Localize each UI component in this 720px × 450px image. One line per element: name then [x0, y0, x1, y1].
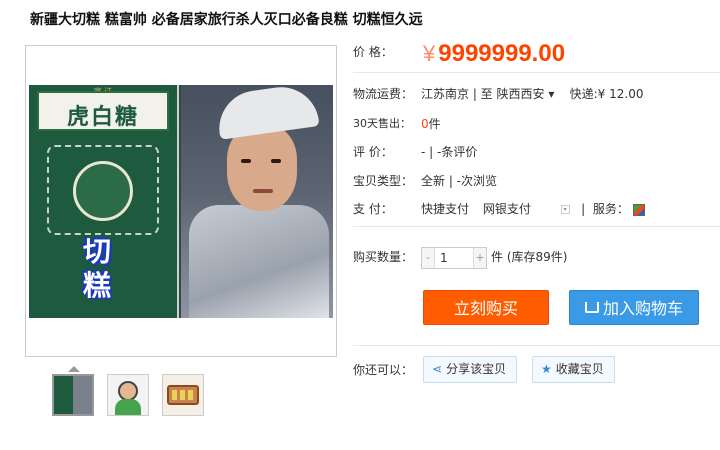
item-type-row: 宝贝类型： 全新 | -次浏览	[353, 172, 497, 189]
stock-info: 件 (库存89件)	[491, 250, 568, 264]
item-type-label: 宝贝类型：	[353, 174, 414, 188]
sales-unit: 件	[428, 117, 441, 131]
poster-emblem-icon	[73, 161, 133, 221]
divider	[353, 345, 720, 346]
thumbnail-main-photo[interactable]	[52, 374, 94, 416]
payment-method-quick[interactable]: 快捷支付	[421, 202, 469, 216]
sales-label: 30天售出：	[353, 117, 411, 130]
actor-photo	[181, 85, 333, 318]
shipping-route-select[interactable]: 江苏南京 | 至 陕西西安 ▾	[421, 87, 554, 101]
reviews-row: 评 价： - | -条评价	[353, 143, 477, 160]
divider	[353, 226, 720, 227]
thumbnail-strip	[52, 374, 204, 416]
divider	[353, 72, 720, 73]
service-label: 服务：	[592, 202, 629, 216]
currency-symbol: ¥	[423, 41, 436, 66]
star-icon: ★	[541, 362, 552, 376]
thumbnail-cartoon-character[interactable]	[107, 374, 149, 416]
quantity-label: 购买数量：	[353, 250, 414, 264]
quantity-minus-button[interactable]: -	[422, 248, 434, 268]
sales-count: 0	[421, 117, 429, 131]
service-icon[interactable]	[632, 203, 645, 216]
express-price: ¥ 12.00	[597, 87, 644, 101]
price-label: 价 格：	[353, 45, 393, 59]
sales-row: 30天售出： 0件	[353, 115, 441, 131]
main-product-image[interactable]: 富 江 虎白糖 切糕	[25, 45, 337, 357]
cart-icon	[584, 302, 599, 313]
express-label: 快递:	[569, 87, 598, 101]
payment-dropdown-icon[interactable]: ▾	[560, 205, 570, 214]
share-button[interactable]: ⋖ 分享该宝贝	[423, 356, 518, 383]
buy-now-button[interactable]: 立刻购买	[423, 290, 549, 325]
payment-row: 支 付： 快捷支付 网银支付 ▾ | 服务：	[353, 200, 645, 217]
quantity-row: 购买数量： - + 件 (库存89件)	[353, 247, 567, 269]
share-icon: ⋖	[432, 362, 443, 376]
poster-big-text: 切糕	[82, 235, 111, 302]
add-to-cart-button[interactable]: 加入购物车	[569, 290, 699, 325]
payment-label: 支 付：	[353, 202, 393, 216]
cake-poster: 富 江 虎白糖 切糕	[29, 85, 179, 318]
shipping-row: 物流运费： 江苏南京 | 至 陕西西安 ▾ 快递:¥ 12.00	[353, 85, 643, 102]
extras-row: 你还可以：	[353, 361, 413, 378]
shipping-label: 物流运费：	[353, 87, 414, 101]
thumbnail-cut-cake[interactable]	[162, 374, 204, 416]
quantity-stepper[interactable]: - +	[421, 247, 487, 269]
price-value: ¥9999999.00	[423, 40, 566, 67]
reviews-label: 评 价：	[353, 145, 393, 159]
active-thumb-marker	[68, 366, 80, 372]
quantity-plus-button[interactable]: +	[474, 248, 486, 268]
price-row: 价 格： ¥9999999.00	[353, 40, 565, 67]
product-title: 新疆大切糕 糕富帅 必备居家旅行杀人灭口必备良糕 切糕恒久远	[30, 12, 423, 28]
favorite-button[interactable]: ★ 收藏宝贝	[532, 356, 615, 383]
reviews-value[interactable]: - | -条评价	[421, 143, 477, 160]
product-photo: 富 江 虎白糖 切糕	[29, 85, 333, 318]
payment-method-bank[interactable]: 网银支付	[483, 200, 531, 217]
item-type-value: 全新 | -次浏览	[421, 174, 498, 188]
extras-label: 你还可以：	[353, 363, 414, 377]
quantity-input[interactable]	[434, 248, 474, 268]
chevron-down-icon[interactable]: ▾	[548, 87, 554, 101]
poster-brand: 虎白糖	[66, 104, 139, 130]
